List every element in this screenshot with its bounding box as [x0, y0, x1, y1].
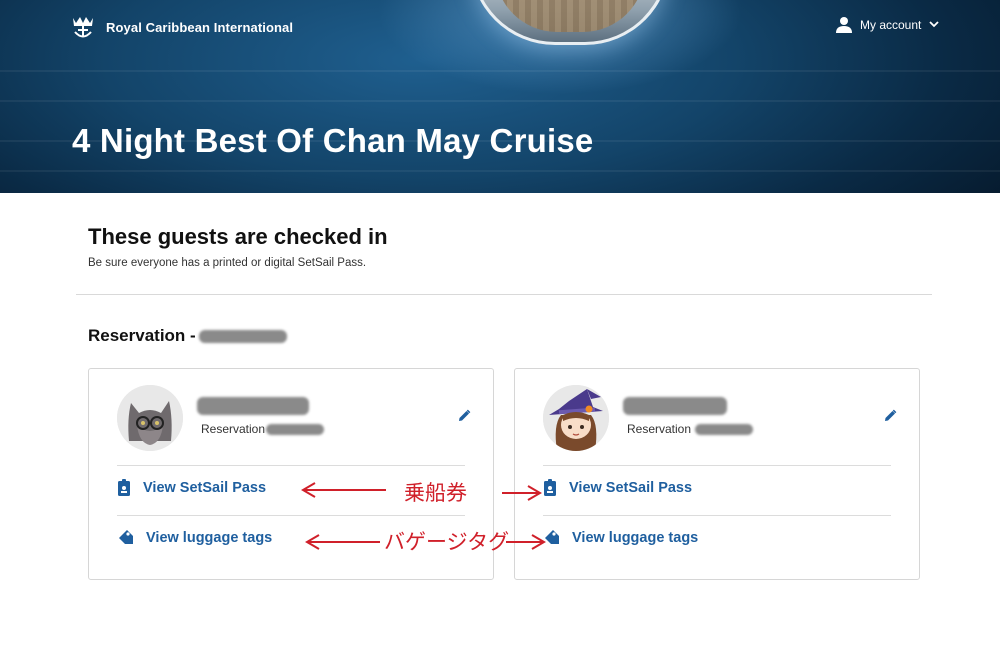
view-luggage-tags-label: View luggage tags — [572, 529, 699, 546]
badge-icon — [544, 479, 556, 496]
edit-pencil-icon[interactable] — [883, 409, 897, 423]
my-account-menu[interactable]: My account — [836, 16, 939, 33]
card-divider — [117, 465, 465, 466]
chevron-down-icon — [929, 21, 939, 28]
redacted-guest-name — [197, 397, 309, 415]
annotation-baggage-tag: バゲージタグ — [384, 530, 510, 554]
guest-name — [623, 397, 727, 420]
view-setsail-pass-link[interactable]: View SetSail Pass — [543, 479, 692, 497]
guest-reservation: Reservation — [201, 422, 325, 436]
hero-banner: Royal Caribbean International My account… — [0, 0, 1000, 193]
card-divider — [117, 515, 465, 516]
redacted-guest-name — [623, 397, 727, 415]
guest-card: Reservation View SetSail Pass View lugga… — [514, 368, 920, 580]
cat-avatar-image — [117, 385, 183, 451]
tag-icon — [545, 530, 559, 544]
tag-icon — [119, 530, 133, 544]
badge-icon — [118, 479, 130, 496]
view-setsail-pass-label: View SetSail Pass — [569, 480, 693, 496]
checked-in-heading: These guests are checked in — [88, 224, 388, 249]
guest-reservation-label: Reservation — [201, 422, 266, 436]
view-setsail-pass-link[interactable]: View SetSail Pass — [117, 479, 266, 497]
view-luggage-tags-label: View luggage tags — [146, 529, 273, 546]
view-luggage-tags-link[interactable]: View luggage tags — [117, 529, 272, 546]
card-divider — [543, 465, 891, 466]
cruise-title: 4 Night Best Of Chan May Cruise — [72, 122, 594, 159]
guest-name — [197, 397, 309, 420]
guest-reservation: Reservation — [627, 422, 754, 436]
section-divider — [76, 294, 932, 295]
guest-avatar-cat — [117, 385, 183, 451]
reservation-heading-label: Reservation - — [88, 326, 196, 345]
guest-avatar-witch — [543, 385, 609, 451]
guest-reservation-label: Reservation — [627, 422, 692, 436]
reservation-heading: Reservation - — [88, 326, 287, 346]
redacted-reservation-number — [198, 329, 287, 343]
redacted-reservation-id — [695, 423, 754, 435]
user-icon — [836, 17, 852, 33]
annotation-boarding-pass: 乗船券 — [404, 481, 467, 505]
view-luggage-tags-link[interactable]: View luggage tags — [543, 529, 698, 546]
card-divider — [543, 515, 891, 516]
crown-anchor-logo-icon — [73, 17, 93, 38]
witch-avatar-image — [543, 385, 609, 451]
brand-name: Royal Caribbean International — [106, 19, 294, 35]
redacted-reservation-id — [266, 423, 325, 435]
view-setsail-pass-label: View SetSail Pass — [143, 480, 267, 496]
checked-in-subtitle: Be sure everyone has a printed or digita… — [88, 257, 367, 269]
edit-pencil-icon[interactable] — [457, 409, 471, 423]
brand-logo-link[interactable]: Royal Caribbean International — [70, 14, 293, 40]
my-account-label: My account — [860, 17, 922, 32]
